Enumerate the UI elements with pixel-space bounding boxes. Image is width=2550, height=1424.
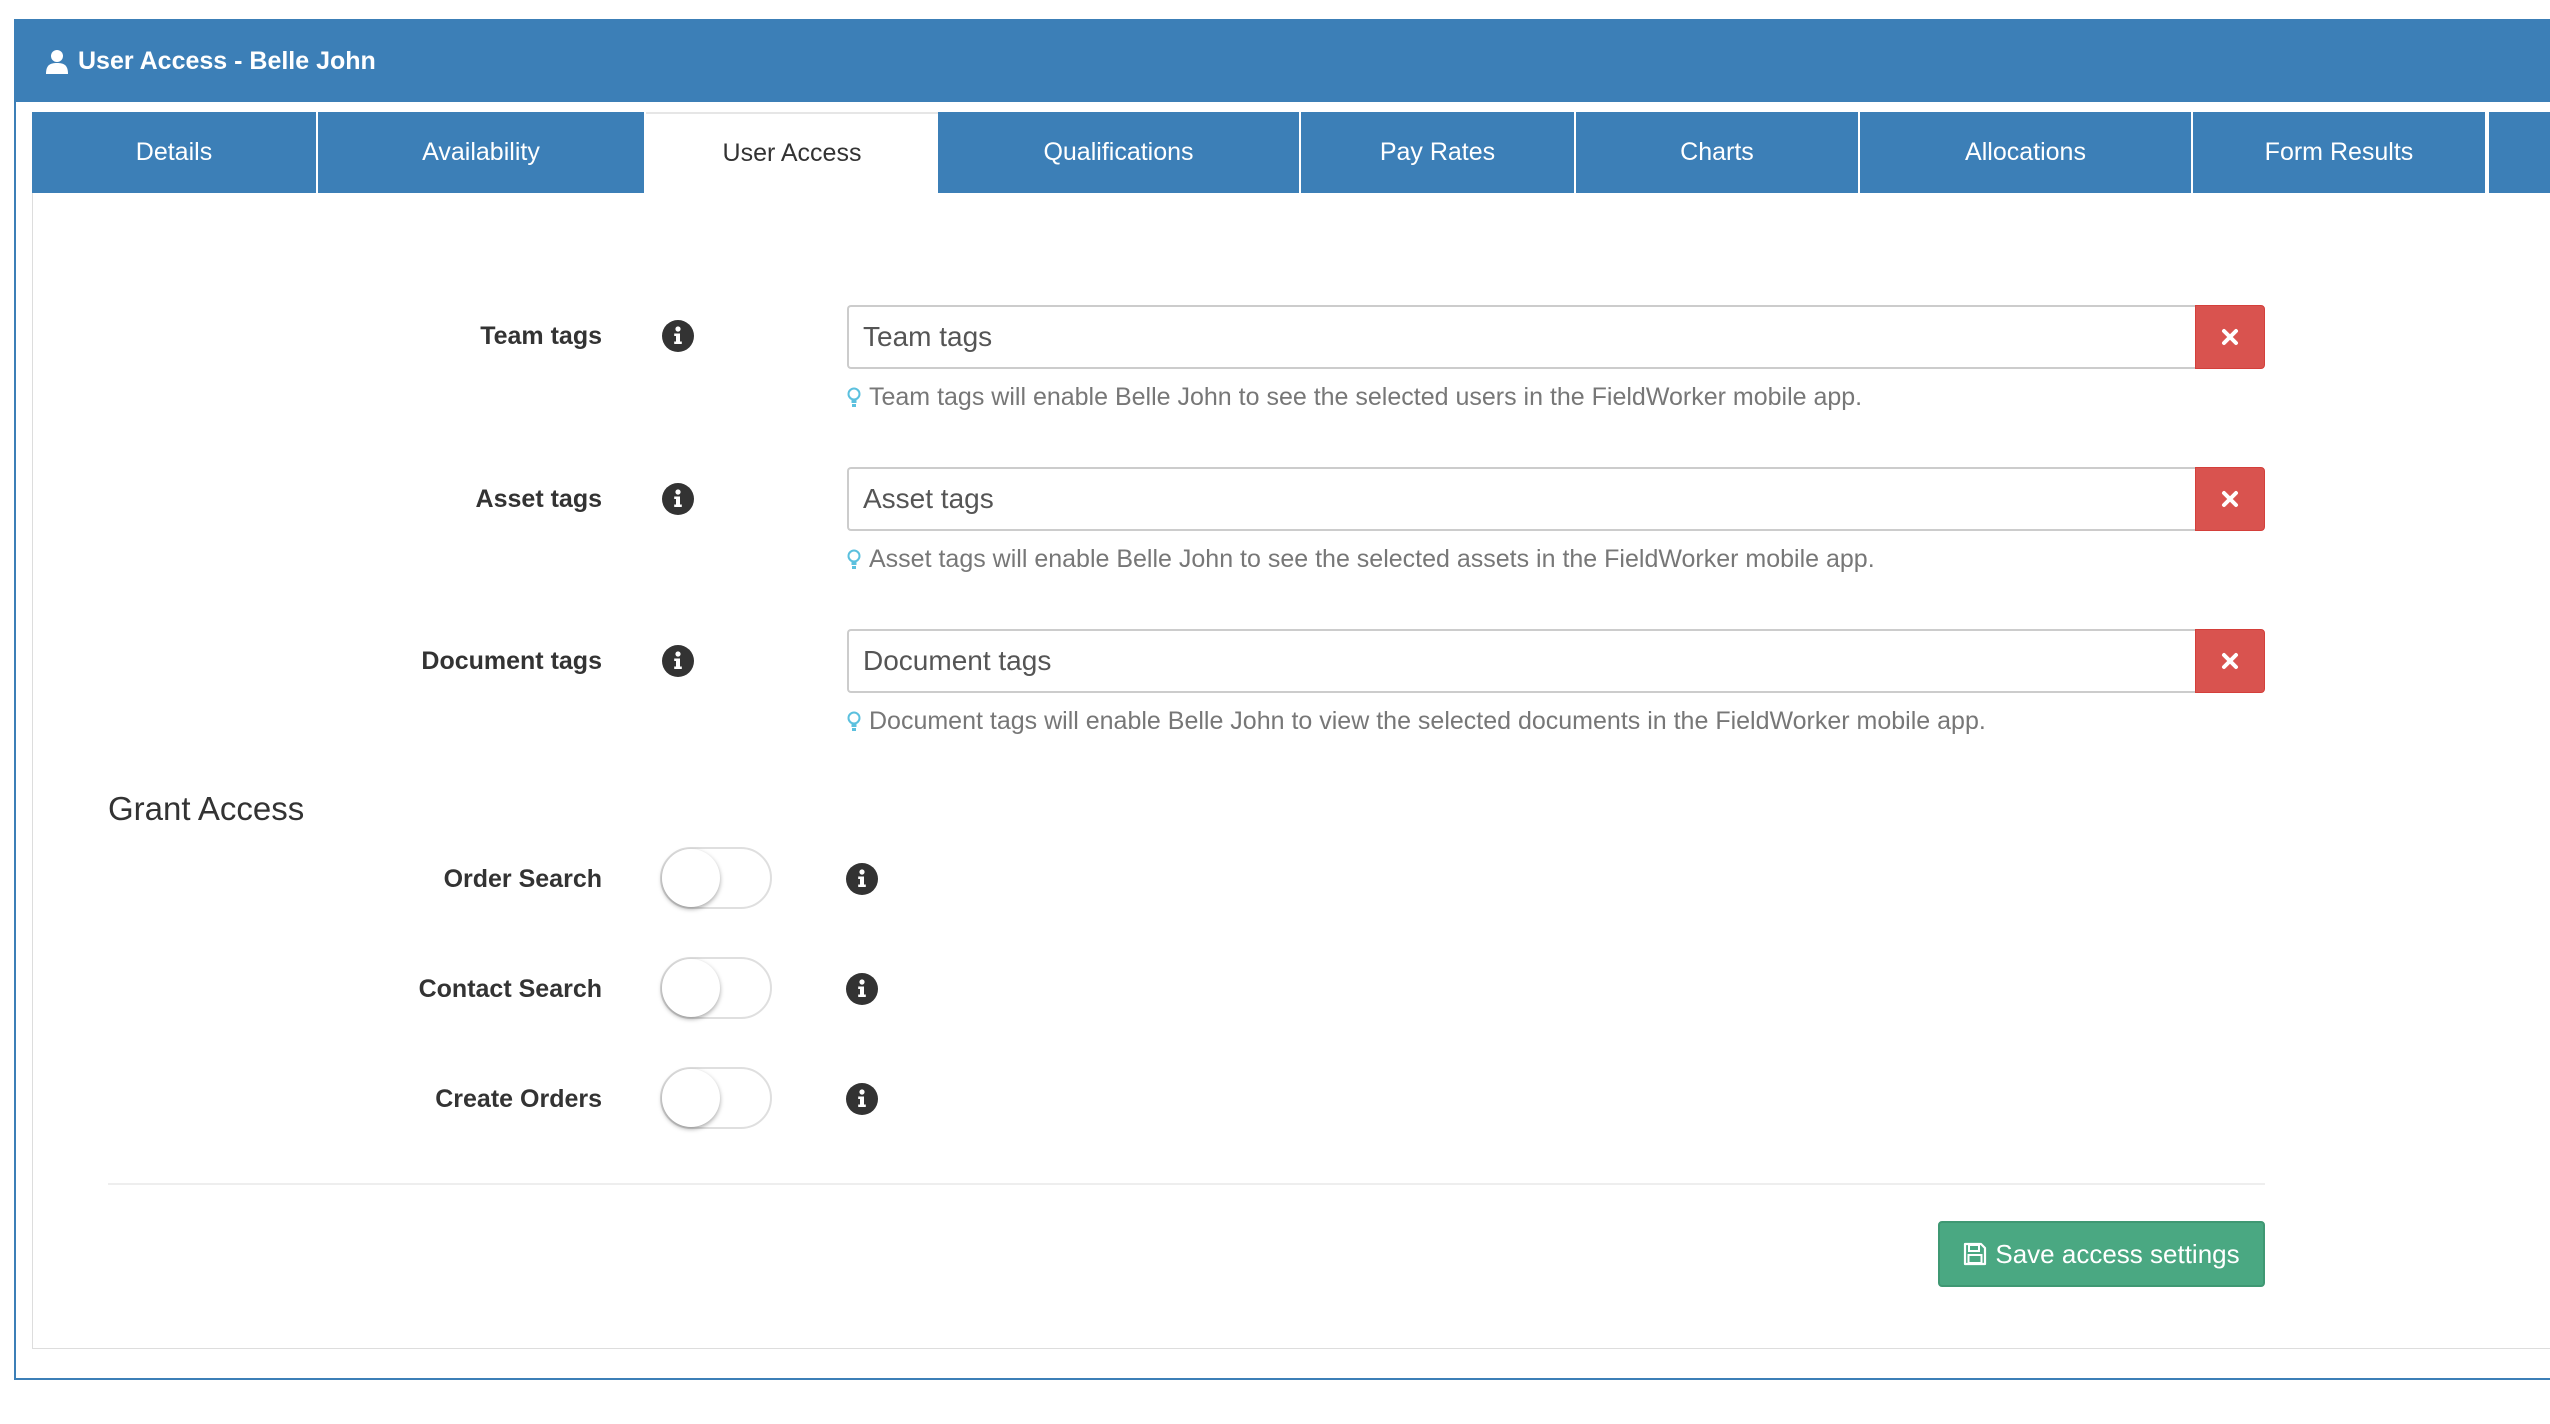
help-text: Asset tags will enable Belle John to see… — [869, 545, 1875, 573]
close-icon — [2222, 653, 2238, 669]
tab-user-access[interactable]: User Access — [646, 112, 938, 193]
order-search-label: Order Search — [443, 865, 602, 893]
info-icon[interactable] — [662, 483, 694, 515]
info-icon[interactable] — [846, 973, 878, 1005]
order-search-toggle[interactable] — [660, 847, 772, 909]
toggle-knob — [662, 849, 720, 907]
tab-form-results[interactable]: Form Results — [2193, 112, 2487, 193]
tab-qualifications[interactable]: Qualifications — [938, 112, 1301, 193]
lightbulb-icon — [847, 711, 861, 731]
info-icon[interactable] — [846, 1083, 878, 1115]
toggle-knob — [662, 959, 720, 1017]
user-icon — [46, 49, 68, 74]
asset-tags-clear-button[interactable] — [2195, 467, 2265, 531]
document-tags-clear-button[interactable] — [2195, 629, 2265, 693]
lightbulb-icon — [847, 387, 861, 407]
grant-access-heading: Grant Access — [108, 790, 305, 827]
team-tags-input[interactable] — [847, 305, 2195, 369]
tab-bar: Details Availability User Access Qualifi… — [32, 112, 2550, 193]
asset-tags-help: Asset tags will enable Belle John to see… — [847, 545, 1875, 574]
create-orders-label: Create Orders — [435, 1085, 602, 1113]
tab-more[interactable] — [2487, 112, 2550, 193]
help-text: Team tags will enable Belle John to see … — [869, 383, 1863, 411]
lightbulb-icon — [847, 549, 861, 569]
team-tags-help: Team tags will enable Belle John to see … — [847, 383, 1862, 412]
help-text: Document tags will enable Belle John to … — [869, 707, 1986, 735]
team-tags-label: Team tags — [480, 322, 602, 350]
save-button-label: Save access settings — [1995, 1238, 2240, 1269]
tab-details[interactable]: Details — [32, 112, 318, 193]
tab-charts[interactable]: Charts — [1576, 112, 1860, 193]
panel-title: User Access - Belle John — [78, 47, 376, 75]
close-icon — [2222, 329, 2238, 345]
document-tags-help: Document tags will enable Belle John to … — [847, 707, 1986, 736]
team-tags-clear-button[interactable] — [2195, 305, 2265, 369]
close-icon — [2222, 491, 2238, 507]
contact-search-label: Contact Search — [418, 975, 602, 1003]
create-orders-toggle[interactable] — [660, 1067, 772, 1129]
toggle-knob — [662, 1069, 720, 1127]
info-icon[interactable] — [662, 645, 694, 677]
form-divider — [108, 1183, 2265, 1185]
document-tags-input[interactable] — [847, 629, 2195, 693]
tab-availability[interactable]: Availability — [318, 112, 646, 193]
contact-search-toggle[interactable] — [660, 957, 772, 1019]
info-icon[interactable] — [846, 863, 878, 895]
asset-tags-input[interactable] — [847, 467, 2195, 531]
floppy-disk-icon — [1964, 1242, 1987, 1266]
asset-tags-label: Asset tags — [475, 485, 602, 513]
tab-allocations[interactable]: Allocations — [1860, 112, 2193, 193]
panel-header: User Access - Belle John — [16, 21, 2550, 102]
document-tags-label: Document tags — [421, 647, 602, 675]
save-access-settings-button[interactable]: Save access settings — [1938, 1221, 2265, 1287]
info-icon[interactable] — [662, 320, 694, 352]
tab-pay-rates[interactable]: Pay Rates — [1301, 112, 1576, 193]
